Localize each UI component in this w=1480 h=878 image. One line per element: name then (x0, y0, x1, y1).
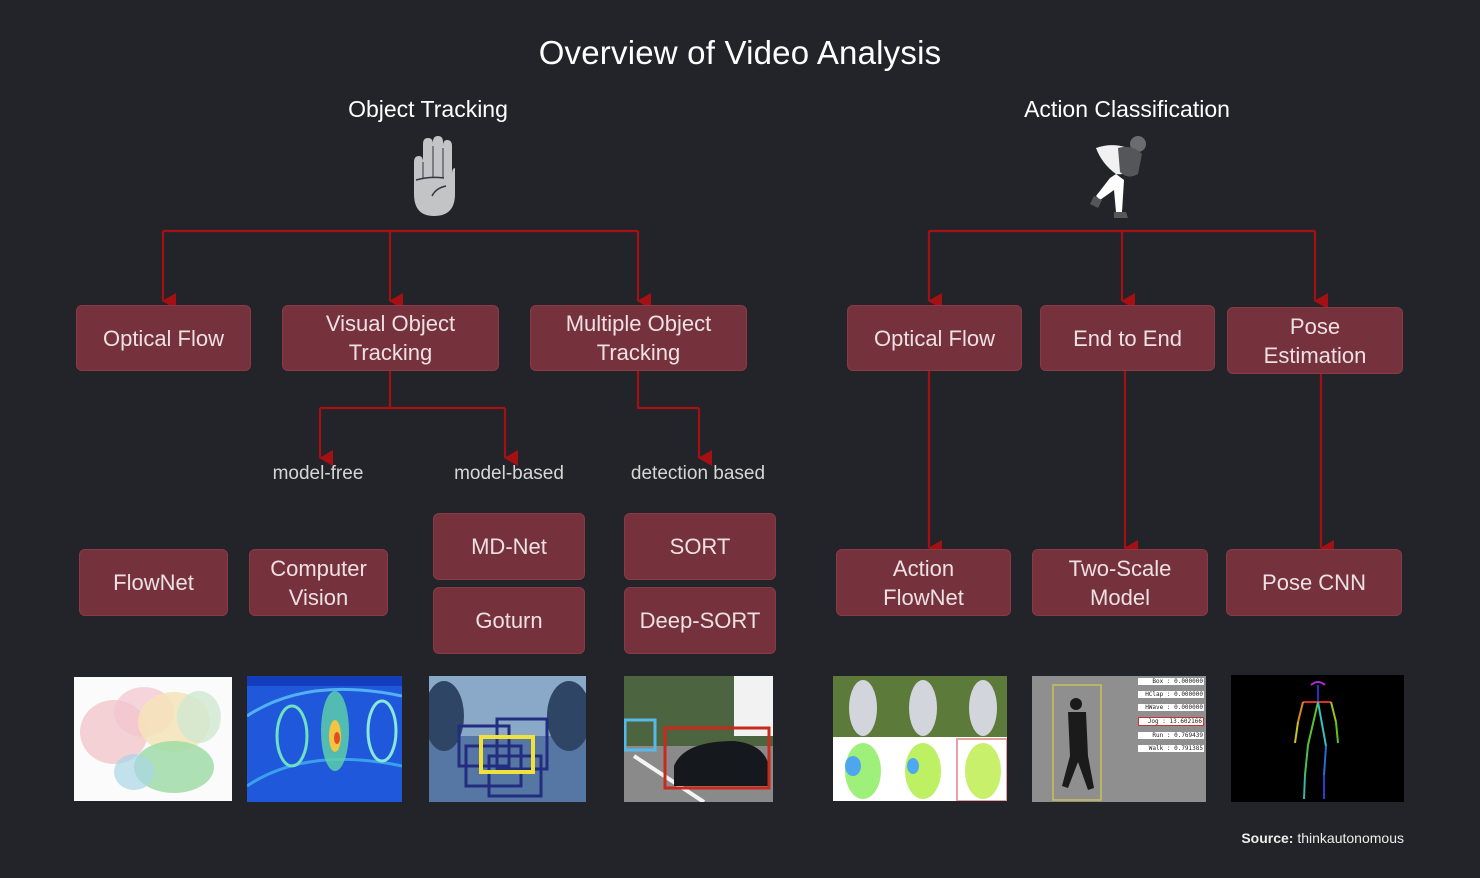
action-score-highlight: Jog : 13.602166 (1138, 717, 1204, 726)
heatmap-image (247, 676, 402, 802)
pose-skeleton-image (1231, 675, 1404, 802)
source-value: thinkautonomous (1297, 830, 1404, 846)
action-score: HWave : 0.000000 (1138, 704, 1204, 711)
action-score: Run : 0.769439 (1138, 732, 1204, 739)
connector-mot-down (636, 371, 699, 410)
action-score: Walk : 0.791385 (1138, 745, 1204, 752)
node-sort[interactable]: SORT (624, 513, 776, 580)
node-deep-sort[interactable]: Deep-SORT (624, 587, 776, 654)
source-label: Source: (1241, 830, 1294, 846)
label-model-based: model-based (454, 463, 564, 484)
node-multiple-object-tracking[interactable]: Multiple Object Tracking (530, 305, 747, 371)
action-score-list: Box : 0.000000 HClap : 0.000000 HWave : … (1138, 676, 1204, 758)
action-score: Box : 0.000000 (1138, 678, 1204, 685)
node-optical-flow[interactable]: Optical Flow (76, 305, 251, 371)
source-credit: Source: thinkautonomous (1241, 830, 1404, 846)
node-flownet[interactable]: FlowNet (79, 549, 228, 616)
node-md-net[interactable]: MD-Net (433, 513, 585, 580)
node-pose-cnn[interactable]: Pose CNN (1226, 549, 1402, 616)
walking-person-image: Box : 0.000000 HClap : 0.000000 HWave : … (1032, 676, 1206, 802)
optical-flow-image (74, 677, 232, 801)
node-end-to-end[interactable]: End to End (1040, 305, 1215, 371)
node-goturn[interactable]: Goturn (433, 587, 585, 654)
car-tracking-image (624, 676, 773, 802)
label-model-free: model-free (272, 463, 364, 484)
label-detection-based: detection based (630, 463, 766, 484)
node-action-flownet[interactable]: Action FlowNet (836, 549, 1011, 616)
bounding-box-image (429, 676, 586, 802)
node-visual-object-tracking[interactable]: Visual Object Tracking (282, 305, 499, 371)
pitcher-flow-image (833, 676, 1007, 801)
node-ac-optical-flow[interactable]: Optical Flow (847, 305, 1022, 371)
node-pose-estimation[interactable]: Pose Estimation (1227, 307, 1403, 374)
action-score: HClap : 0.000000 (1138, 691, 1204, 698)
node-two-scale-model[interactable]: Two-Scale Model (1032, 549, 1208, 616)
node-computer-vision[interactable]: Computer Vision (249, 549, 388, 616)
